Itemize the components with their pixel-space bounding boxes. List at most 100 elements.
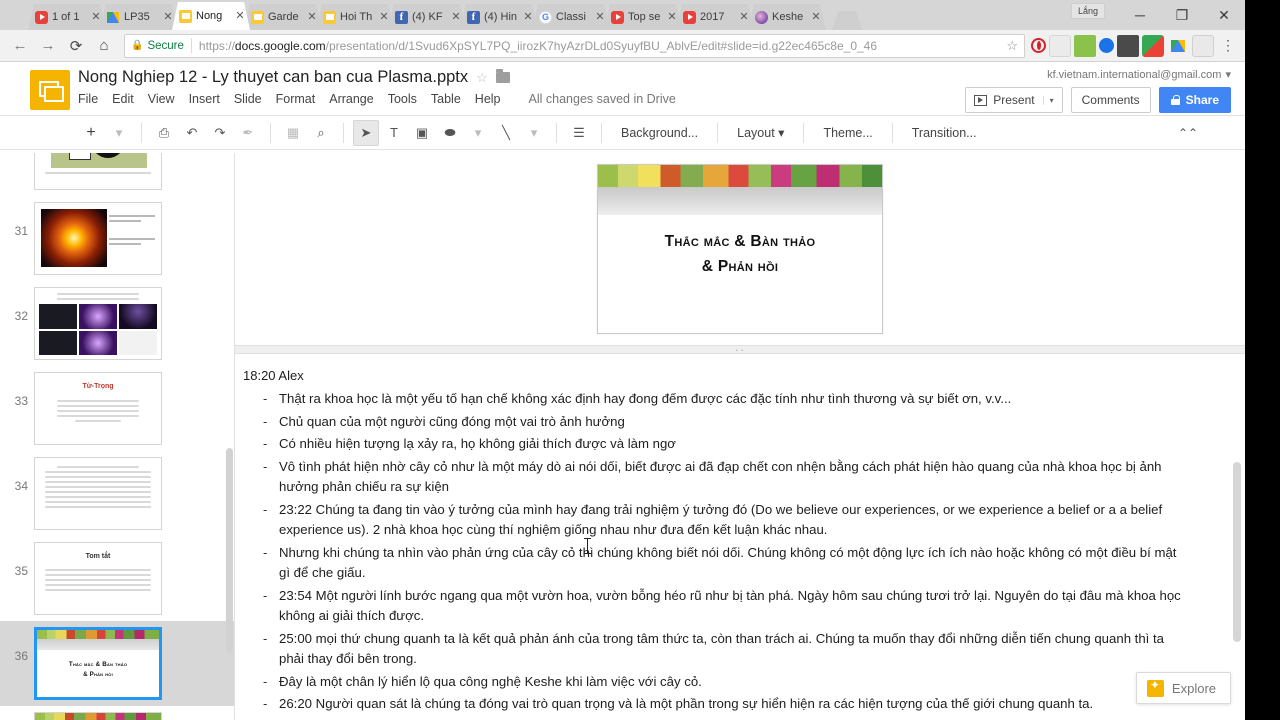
reload-icon[interactable]: ⟳: [62, 32, 90, 60]
menu-edit[interactable]: Edit: [112, 92, 134, 106]
back-icon[interactable]: ←: [6, 32, 34, 60]
browser-tab[interactable]: f (4) KF ✕: [388, 4, 466, 30]
browser-tab[interactable]: 1 of 1 ✕: [28, 4, 106, 30]
chevron-down-icon[interactable]: ▾: [1042, 95, 1054, 105]
drive-extension-icon[interactable]: [1167, 35, 1189, 57]
comments-button[interactable]: Comments: [1070, 87, 1151, 113]
slides-app-logo-icon[interactable]: [30, 70, 70, 110]
share-button[interactable]: Share: [1158, 87, 1231, 113]
slide-canvas-pane[interactable]: Thắc mắc & Bàn thảo & Phản hồi: [235, 153, 1245, 345]
present-button[interactable]: Present ▾: [965, 87, 1063, 113]
close-window-button[interactable]: ✕: [1203, 0, 1245, 30]
new-slide-dropdown-icon[interactable]: ▾: [106, 120, 132, 146]
close-icon[interactable]: ✕: [810, 11, 822, 23]
account-email[interactable]: kf.vietnam.international@gmail.com ▾: [1047, 68, 1231, 82]
star-icon[interactable]: ☆: [476, 70, 488, 86]
current-slide[interactable]: Thắc mắc & Bàn thảo & Phản hồi: [597, 164, 883, 334]
theme-button[interactable]: Theme...: [813, 126, 882, 140]
thumbnail-row[interactable]: 34: [0, 451, 234, 536]
textbox-icon[interactable]: T: [381, 120, 407, 146]
thumbnail-row[interactable]: 37 Tạm thời dừng email này để gởi thắc m…: [0, 706, 234, 720]
new-slide-button[interactable]: +: [78, 120, 104, 146]
close-icon[interactable]: ✕: [306, 11, 318, 23]
menu-file[interactable]: File: [78, 92, 98, 106]
menu-table[interactable]: Table: [431, 92, 461, 106]
slide-thumbnail[interactable]: [34, 202, 162, 275]
background-button[interactable]: Background...: [611, 126, 708, 140]
close-icon[interactable]: ✕: [594, 11, 606, 23]
transition-button[interactable]: Transition...: [902, 126, 987, 140]
menu-slide[interactable]: Slide: [234, 92, 262, 106]
browser-tab[interactable]: 2017 ✕: [676, 4, 754, 30]
folder-icon[interactable]: [495, 69, 510, 83]
undo-icon[interactable]: ↶: [179, 120, 205, 146]
paint-format-icon[interactable]: ✒: [235, 120, 261, 146]
menu-arrange[interactable]: Arrange: [329, 92, 373, 106]
image-icon[interactable]: ▣: [409, 120, 435, 146]
idea-extension-icon[interactable]: [1117, 34, 1139, 57]
close-icon[interactable]: ✕: [90, 11, 102, 23]
thumbnail-row[interactable]: 32: [0, 281, 234, 366]
slide-title-text[interactable]: Thắc mắc & Bàn thảo & Phản hồi: [610, 229, 870, 279]
browser-tab[interactable]: f (4) Hin ✕: [460, 4, 538, 30]
close-icon[interactable]: ✕: [450, 11, 462, 23]
slide-thumbnail[interactable]: [34, 287, 162, 360]
layout-button[interactable]: Layout ▾: [727, 125, 794, 140]
slide-thumbnail[interactable]: [34, 153, 162, 190]
browser-tab[interactable]: LP35 ✕: [100, 4, 178, 30]
browser-tab[interactable]: Top se ✕: [604, 4, 682, 30]
opera-extension-icon[interactable]: [1031, 38, 1046, 53]
slide-thumbnail[interactable]: Từ-Trọng: [34, 372, 162, 445]
browser-tab[interactable]: Gardе ✕: [244, 4, 322, 30]
pane-resize-handle[interactable]: [235, 345, 1245, 354]
thumbnail-row-selected[interactable]: 36 Thắc mắc & Bàn thảo & Phản hồi: [0, 621, 234, 706]
thumbnail-row[interactable]: 35 Tom tắt: [0, 536, 234, 621]
close-icon[interactable]: ✕: [378, 11, 390, 23]
minimize-button[interactable]: ─: [1119, 0, 1161, 30]
print-icon[interactable]: ⎙: [151, 120, 177, 146]
layout-grid-icon[interactable]: ▦: [280, 120, 306, 146]
zoom-extension-icon[interactable]: [1099, 38, 1114, 53]
slide-thumbnail-active[interactable]: Thắc mắc & Bàn thảo & Phản hồi: [34, 627, 162, 700]
close-icon[interactable]: ✕: [522, 11, 534, 23]
close-icon[interactable]: ✕: [738, 11, 750, 23]
thumbnail-row[interactable]: 31: [0, 196, 234, 281]
chrome-menu-icon[interactable]: ⋮: [1217, 37, 1239, 54]
collapse-toolbar-icon[interactable]: ⌃⌃: [1175, 120, 1201, 146]
maximize-button[interactable]: ❐: [1161, 0, 1203, 30]
browser-tab-active[interactable]: Nong ✕: [172, 2, 250, 30]
slide-filmstrip[interactable]: 31 32 33 Từ-Trọng 34 35 Tom tắt 36 Thắc …: [0, 153, 235, 720]
select-tool-icon[interactable]: ➤: [353, 119, 379, 146]
menu-tools[interactable]: Tools: [388, 92, 417, 106]
slide-thumbnail[interactable]: Tạm thời dừng email này để gởi thắc mắc: [34, 712, 162, 720]
close-icon[interactable]: ✕: [234, 10, 246, 22]
filmstrip-scrollbar[interactable]: [226, 448, 233, 653]
browser-tab[interactable]: G Classi ✕: [532, 4, 610, 30]
download-extension-icon[interactable]: [1074, 34, 1096, 57]
reader-extension-icon[interactable]: [1192, 34, 1214, 57]
bookmark-star-icon[interactable]: ☆: [1000, 38, 1018, 54]
speaker-notes-pane[interactable]: 18:20 Alex - Thật ra khoa học là một yếu …: [235, 354, 1245, 720]
close-icon[interactable]: ✕: [666, 11, 678, 23]
sheets-extension-icon[interactable]: [1142, 34, 1164, 57]
line-icon[interactable]: ╲: [493, 120, 519, 146]
shape-icon[interactable]: ⬬: [437, 120, 463, 146]
new-tab-button[interactable]: [832, 11, 862, 30]
notes-scrollbar[interactable]: [1233, 462, 1241, 642]
thumbnail-row[interactable]: 33 Từ-Trọng: [0, 366, 234, 451]
slide-thumbnail[interactable]: [34, 457, 162, 530]
address-bar[interactable]: 🔒 Secure https://docs.google.com/present…: [124, 33, 1025, 58]
zoom-icon[interactable]: ⌕: [308, 120, 334, 146]
home-icon[interactable]: ⌂: [90, 32, 118, 60]
slide-thumbnail[interactable]: Tom tắt: [34, 542, 162, 615]
shape-dropdown-icon[interactable]: ▾: [465, 120, 491, 146]
align-icon[interactable]: ☰: [566, 120, 592, 146]
menu-insert[interactable]: Insert: [189, 92, 220, 106]
menu-view[interactable]: View: [148, 92, 175, 106]
thumbnail-row[interactable]: [0, 153, 234, 196]
menu-format[interactable]: Format: [276, 92, 316, 106]
screenshot-extension-icon[interactable]: [1049, 34, 1071, 57]
page-title[interactable]: Nong Nghiep 12 - Ly thuyet can ban cua P…: [78, 68, 468, 87]
browser-tab[interactable]: Hoi Th ✕: [316, 4, 394, 30]
explore-button[interactable]: Explore: [1135, 672, 1231, 704]
